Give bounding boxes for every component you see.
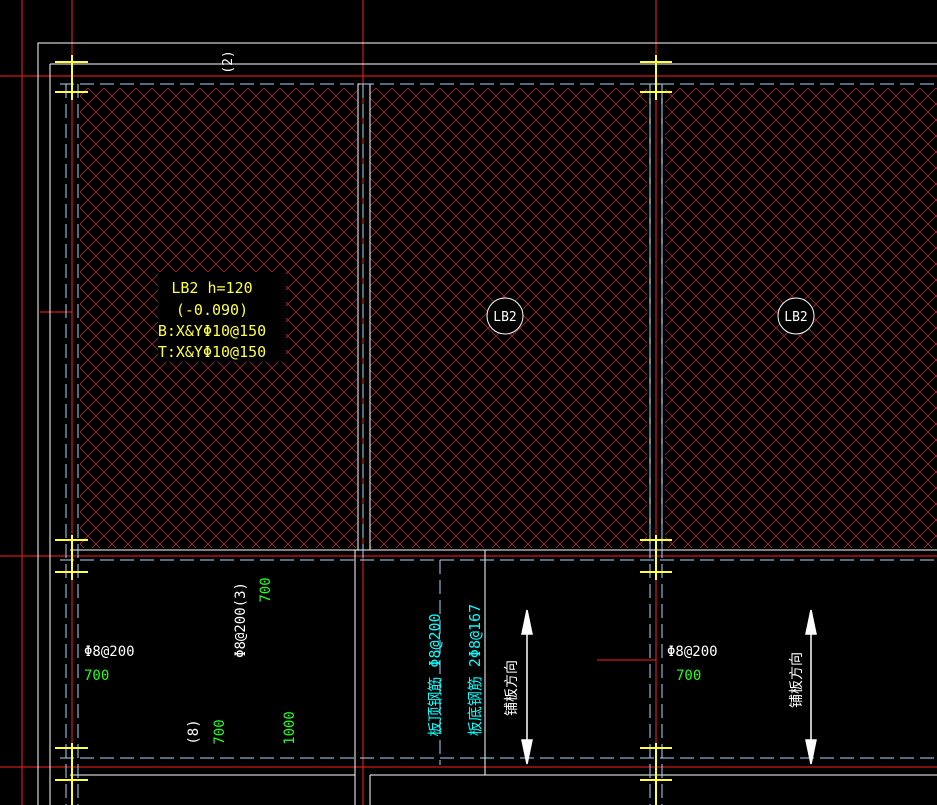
slab-label-line2: (-0.090) [176, 301, 248, 319]
index-length: 700 [212, 719, 228, 744]
right-rebar-length: 700 [676, 668, 701, 684]
slab-label-line4: T:X&YΦ10@150 [158, 343, 266, 361]
span-length: 1000 [282, 711, 298, 745]
rebar-annotations: Φ8@200 700 Φ8@200(3) 700 (8) 700 1000 板顶… [84, 577, 805, 745]
grid-tag: (2) [221, 50, 236, 73]
right-rebar-spec: Φ8@200 [667, 644, 718, 660]
slab-label-line3: B:X&YΦ10@150 [158, 322, 266, 340]
direction-label-left: 铺板方向 [504, 660, 520, 716]
direction-arrow-left [521, 609, 533, 765]
vertical-rebar-spec: Φ8@200(3) [233, 582, 249, 658]
index-tag: (8) [186, 719, 202, 744]
bottom-rebar-label: 板底钢筋 2Φ8@167 [466, 604, 484, 736]
left-rebar-spec: Φ8@200 [84, 644, 135, 660]
arrow-head-up [521, 609, 533, 635]
slab-label-line1: LB2 h=120 [171, 279, 252, 297]
arrow-head-down [805, 739, 817, 765]
direction-label-right: 铺板方向 [789, 652, 805, 708]
slab-tag-2[interactable]: LB2 [777, 297, 815, 335]
arrow-head-up [805, 609, 817, 635]
slab-tag-text: LB2 [784, 310, 807, 325]
direction-arrow-right [805, 609, 817, 765]
arrow-head-down [521, 739, 533, 765]
slab-label-block: LB2 h=120 (-0.090) B:X&YΦ10@150 T:X&YΦ10… [158, 272, 286, 362]
beam-outline-1 [357, 83, 371, 551]
top-rebar-label: 板顶钢筋 Φ8@200 [426, 613, 444, 736]
slab-tag-text: LB2 [493, 310, 516, 325]
slab-tag-1[interactable]: LB2 [486, 297, 524, 335]
left-rebar-length: 700 [84, 668, 109, 684]
vertical-rebar-length: 700 [258, 577, 274, 602]
cad-drawing-canvas[interactable]: (2) LB2 h=120 (-0.090) B:X&YΦ10@150 T:X&… [0, 0, 937, 805]
